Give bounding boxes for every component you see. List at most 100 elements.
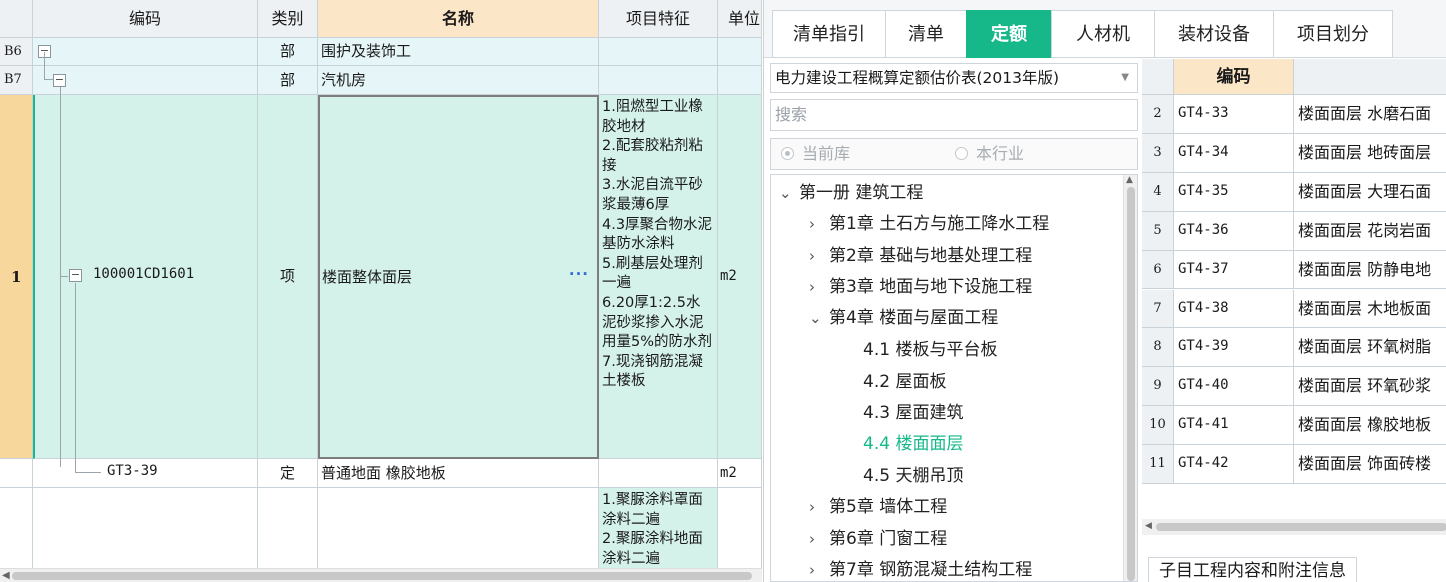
quota-row-name[interactable]: 楼面面层 大理石面 — [1294, 173, 1446, 212]
quota-row-number[interactable]: 10 — [1142, 406, 1174, 446]
row-number[interactable]: B6 — [0, 38, 33, 66]
scroll-thumb[interactable] — [1156, 523, 1446, 531]
quota-row-name[interactable]: 楼面面层 地砖面层 — [1294, 134, 1446, 173]
grid-cell-unit[interactable]: m2 — [718, 459, 762, 488]
quota-col-header-code[interactable]: 编码 — [1174, 59, 1294, 95]
chevron-right-icon[interactable]: › — [809, 555, 829, 581]
tree-vertical-scrollbar[interactable]: ▲ — [1123, 175, 1137, 581]
grid-cell-type[interactable]: 部 — [258, 66, 318, 95]
chevron-right-icon[interactable]: › — [809, 272, 829, 302]
grid-cell-unit[interactable]: m2 — [718, 95, 762, 459]
quota-col-header-name[interactable] — [1294, 59, 1446, 95]
row-number[interactable] — [0, 459, 33, 488]
quota-row-number[interactable]: 11 — [1142, 445, 1174, 484]
grid-cell-type[interactable]: 定 — [258, 459, 318, 488]
quota-row-name[interactable]: 楼面面层 花岗岩面 — [1294, 212, 1446, 251]
quota-row-number[interactable]: 5 — [1142, 211, 1174, 251]
grid-cell-unit[interactable] — [718, 38, 762, 66]
scroll-thumb[interactable] — [1127, 187, 1135, 581]
tree-node-section[interactable]: 4.2 屋面板 — [863, 367, 946, 397]
quota-row-number[interactable]: 3 — [1142, 133, 1174, 173]
tab-sub-item-info[interactable]: 子目工程内容和附注信息 — [1148, 557, 1357, 582]
chevron-right-icon[interactable]: › — [809, 241, 829, 271]
quota-row-code[interactable]: GT4-35 — [1174, 172, 1294, 212]
tree-node-section[interactable]: 4.3 屋面建筑 — [863, 398, 963, 428]
grid-cell-name-selected[interactable]: 楼面整体面层 ··· — [318, 95, 599, 459]
tree-node-section-selected[interactable]: 4.4 楼面面层 — [863, 429, 963, 459]
search-input[interactable]: 搜索 — [770, 99, 1138, 131]
grid-cell-feature[interactable] — [599, 66, 718, 95]
tab-equipment[interactable]: 装材设备 — [1154, 10, 1274, 58]
quota-row-code[interactable]: GT4-36 — [1174, 211, 1294, 251]
tree-node-chapter[interactable]: › 第5章 墙体工程 — [809, 492, 947, 522]
tree-node-chapter[interactable]: › 第3章 地面与地下设施工程 — [809, 272, 1032, 302]
col-header-type[interactable]: 类别 — [258, 0, 318, 38]
grid-cell-name[interactable]: 汽机房 — [318, 66, 599, 95]
scroll-left-icon[interactable]: ◀ — [1145, 521, 1152, 531]
tab-labor-material[interactable]: 人材机 — [1051, 10, 1155, 58]
col-header-name[interactable]: 名称 — [318, 0, 599, 38]
tree-node-chapter[interactable]: › 第7章 钢筋混凝土结构工程 — [809, 555, 1032, 581]
grid-horizontal-scrollbar[interactable]: ◀ — [0, 568, 762, 582]
col-header-unit[interactable]: 单位 — [718, 0, 762, 38]
grid-cell-feature[interactable] — [599, 459, 718, 488]
library-select[interactable]: 电力建设工程概算定额估价表(2013年版) ▼ — [770, 63, 1138, 93]
col-header-feature[interactable]: 项目特征 — [599, 0, 718, 38]
quota-row-code[interactable]: GT4-33 — [1174, 95, 1294, 134]
tree-node-chapter[interactable]: › 第1章 土石方与施工降水工程 — [809, 209, 1049, 239]
grid-cell-feature[interactable] — [599, 38, 718, 66]
quota-row-code[interactable]: GT4-39 — [1174, 328, 1294, 368]
quota-row-code[interactable]: GT4-37 — [1174, 250, 1294, 290]
tree-node-chapter[interactable]: › 第2章 基础与地基处理工程 — [809, 241, 1032, 271]
chevron-down-icon[interactable]: ⌄ — [809, 303, 829, 333]
tree-node-section[interactable]: 4.5 天棚吊顶 — [863, 461, 963, 491]
quota-row-name[interactable]: 楼面面层 环氧砂浆 — [1294, 367, 1446, 407]
tree-node-book[interactable]: ⌄ 第一册 建筑工程 — [779, 178, 923, 208]
more-options-icon[interactable]: ··· — [569, 265, 589, 283]
quota-row-name[interactable]: 楼面面层 橡胶地板 — [1294, 406, 1446, 446]
tree-node-section[interactable]: 4.1 楼板与平台板 — [863, 335, 997, 365]
scroll-up-icon[interactable]: ▲ — [1126, 175, 1133, 185]
chevron-right-icon[interactable]: › — [809, 492, 829, 522]
tree-node-chapter[interactable]: ⌄ 第4章 楼面与屋面工程 — [809, 303, 998, 333]
quota-row-number[interactable]: 9 — [1142, 367, 1174, 407]
grid-cell-name[interactable]: 围护及装饰工 — [318, 38, 599, 66]
quota-row-name[interactable]: 楼面面层 水磨石面 — [1294, 95, 1446, 134]
grid-cell-code[interactable]: − 100001CD1601 — [33, 95, 258, 459]
quota-row-code[interactable]: GT4-40 — [1174, 367, 1294, 407]
grid-cell-code[interactable]: − — [33, 38, 258, 66]
grid-cell-type[interactable]: 部 — [258, 38, 318, 66]
scroll-thumb[interactable] — [12, 572, 752, 580]
quota-row-number[interactable]: 4 — [1142, 172, 1174, 212]
quota-row-code[interactable]: GT4-34 — [1174, 133, 1294, 173]
row-number[interactable]: B7 — [0, 66, 33, 95]
quota-row-name[interactable]: 楼面面层 木地板面 — [1294, 290, 1446, 329]
quota-row-code[interactable]: GT4-38 — [1174, 289, 1294, 329]
quota-row-code[interactable]: GT4-42 — [1174, 445, 1294, 484]
quota-row-name[interactable]: 楼面面层 饰面砖楼 — [1294, 445, 1446, 484]
collapse-toggle-icon[interactable]: − — [53, 74, 66, 87]
grid-cell-code[interactable]: GT3-39 — [33, 459, 258, 488]
quota-row-name[interactable]: 楼面面层 环氧树脂 — [1294, 328, 1446, 368]
quota-horizontal-scrollbar[interactable]: ◀ — [1142, 519, 1446, 535]
quota-row-number[interactable]: 2 — [1142, 95, 1174, 134]
chevron-down-icon[interactable]: ▼ — [1121, 64, 1129, 92]
collapse-toggle-icon[interactable]: − — [69, 269, 82, 282]
grid-cell-feature[interactable]: 1.阻燃型工业橡胶地材 2.配套胶粘剂粘接 3.水泥自流平砂浆最薄6厚 4.3厚… — [599, 95, 718, 459]
radio-current-library[interactable]: 当前库 — [781, 139, 850, 169]
tree-node-chapter[interactable]: › 第6章 门窗工程 — [809, 524, 947, 554]
quota-row-code[interactable]: GT4-41 — [1174, 406, 1294, 446]
chevron-right-icon[interactable]: › — [809, 209, 829, 239]
grid-cell-name[interactable]: 普通地面 橡胶地板 — [318, 459, 599, 488]
grid-cell-unit[interactable] — [718, 66, 762, 95]
col-header-code[interactable]: 编码 — [33, 0, 258, 38]
tab-quota[interactable]: 定额 — [966, 10, 1052, 58]
scroll-left-icon[interactable]: ◀ — [2, 570, 10, 581]
tab-bill[interactable]: 清单 — [885, 10, 967, 58]
tab-bill-guide[interactable]: 清单指引 — [772, 10, 886, 58]
chevron-right-icon[interactable]: › — [809, 524, 829, 554]
grid-cell-type[interactable]: 项 — [258, 95, 318, 459]
quota-row-name[interactable]: 楼面面层 防静电地 — [1294, 251, 1446, 290]
grid-cell-code[interactable]: − — [33, 66, 258, 95]
radio-industry[interactable]: 本行业 — [955, 139, 1024, 169]
